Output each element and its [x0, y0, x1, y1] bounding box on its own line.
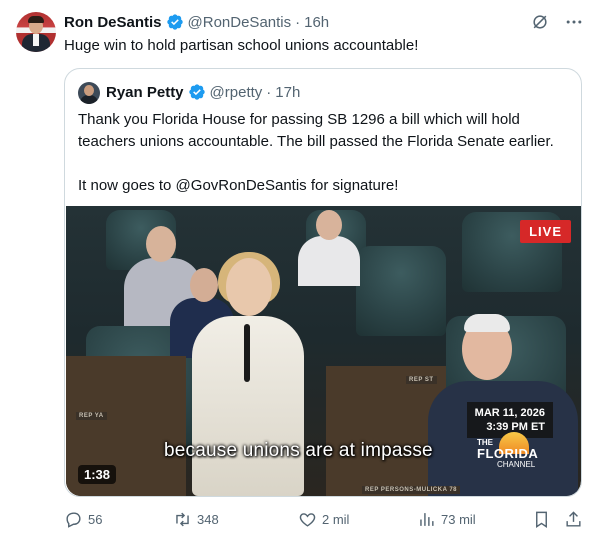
channel-logo: THE FLORIDA CHANNEL — [477, 432, 551, 472]
bookmark-button[interactable] — [532, 510, 551, 529]
quote-paragraph-1: Thank you Florida House for passing SB 1… — [78, 111, 554, 150]
author-avatar[interactable] — [16, 12, 56, 52]
share-button[interactable] — [564, 510, 583, 529]
channel-logo-sub: CHANNEL — [497, 460, 536, 469]
author-name[interactable]: Ron DeSantis — [64, 14, 162, 31]
placard: REP PERSONS-MULICKA 78 — [362, 486, 461, 494]
tweet-header: Ron DeSantis @RonDeSantis · 16h — [64, 12, 329, 32]
quote-author-name[interactable]: Ryan Petty — [106, 84, 184, 101]
grok-icon[interactable] — [530, 12, 550, 32]
more-icon[interactable] — [564, 12, 584, 32]
reply-icon — [64, 510, 83, 529]
video-duration: 1:38 — [78, 465, 117, 484]
reply-count: 56 — [88, 511, 103, 527]
views-count: 73 mil — [441, 511, 476, 527]
live-badge: LIVE — [520, 220, 571, 243]
reply-button[interactable]: 56 — [64, 510, 102, 529]
video-caption: because unions are at impasse — [164, 440, 433, 461]
heart-icon — [298, 510, 317, 529]
video-player[interactable]: REP YA REP ST REP PERSONS-MULICKA 78 LIV… — [66, 206, 581, 496]
share-icon — [564, 510, 583, 529]
like-count: 2 mil — [322, 511, 350, 527]
bookmark-icon — [532, 510, 551, 529]
channel-logo-name: FLORIDA — [477, 446, 539, 461]
quote-author-handle[interactable]: @rpetty — [210, 84, 263, 101]
placard: REP YA — [76, 412, 107, 420]
verified-badge-icon — [166, 13, 184, 31]
quote-paragraph-2: It now goes to @GovRonDeSantis for signa… — [78, 177, 399, 194]
quote-time[interactable]: 17h — [275, 84, 300, 101]
quote-header: Ryan Petty @rpetty · 17h — [106, 83, 300, 101]
separator-dot: · — [295, 13, 301, 31]
author-handle[interactable]: @RonDeSantis — [188, 14, 292, 31]
quote-text: Thank you Florida House for passing SB 1… — [78, 109, 572, 219]
repost-button[interactable]: 348 — [173, 510, 219, 529]
views-button[interactable]: 73 mil — [417, 510, 476, 529]
analytics-icon — [417, 510, 436, 529]
top-actions — [530, 12, 584, 32]
tweet-text: Huge win to hold partisan school unions … — [64, 37, 419, 54]
quoted-tweet[interactable]: Ryan Petty @rpetty · 17h Thank you Flori… — [64, 68, 582, 497]
verified-badge-icon — [188, 83, 206, 101]
quote-author-avatar[interactable] — [78, 82, 100, 104]
separator-dot: · — [266, 83, 272, 101]
tweet[interactable]: Ron DeSantis @RonDeSantis · 16h Huge win… — [0, 0, 600, 538]
placard: REP ST — [406, 376, 437, 384]
action-bar: 56 348 2 mil 73 mil — [64, 509, 582, 529]
broadcast-date: MAR 11, 2026 — [474, 407, 545, 419]
like-button[interactable]: 2 mil — [298, 510, 349, 529]
post-time[interactable]: 16h — [304, 14, 329, 31]
repost-icon — [173, 510, 192, 529]
repost-count: 348 — [197, 511, 219, 527]
